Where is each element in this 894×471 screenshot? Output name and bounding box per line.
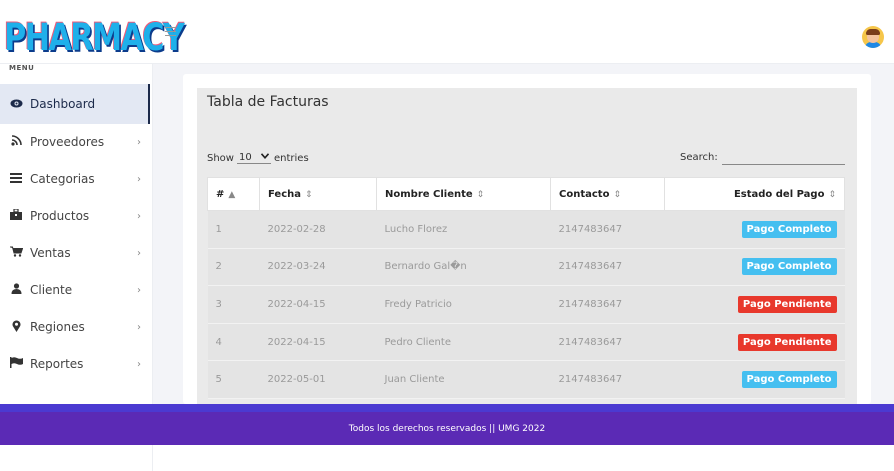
avatar-hair: [866, 29, 880, 35]
sort-icon: ⇕: [613, 189, 621, 200]
cell-contacto: 2147483647: [550, 248, 665, 287]
sidebar-item-label: Reportes: [30, 357, 84, 371]
user-icon: [9, 283, 23, 297]
cell-fecha: 2022-04-15: [259, 323, 377, 362]
cell-cliente: Juan Cliente: [376, 360, 551, 399]
footer: Todos los derechos reservados || UMG 202…: [0, 404, 894, 445]
table-row[interactable]: 1 2022-02-28 Lucho Florez 2147483647 Pag…: [207, 210, 845, 249]
rss-icon: [9, 135, 23, 149]
cell-fecha: 2022-04-15: [259, 285, 377, 324]
sidebar-item-dashboard[interactable]: Dashboard: [0, 84, 150, 124]
column-header-number[interactable]: # ▲: [207, 177, 260, 211]
cell-cliente: Bernardo Gal�n: [376, 248, 551, 287]
status-badge: Pago Pendiente: [737, 333, 837, 351]
status-badge: Pago Completo: [741, 258, 837, 276]
cell-cliente: Pedro Cliente: [376, 323, 551, 362]
chevron-right-icon: ›: [137, 321, 141, 333]
sidebar-item-productos[interactable]: Productos ›: [0, 196, 150, 236]
briefcase-icon: [9, 208, 23, 223]
cell-number: 2: [207, 248, 260, 287]
sidebar-item-label: Productos: [30, 209, 90, 223]
sidebar-item-ventas[interactable]: Ventas ›: [0, 233, 150, 273]
cell-number: 3: [207, 285, 260, 324]
cell-estado: Pago Pendiente: [664, 323, 845, 362]
sidebar-item-label: Cliente: [30, 283, 73, 297]
entries-select-value: 10: [238, 152, 252, 163]
sidebar-item-label: Categorias: [30, 172, 95, 186]
show-entries-control: Show 10 entries: [207, 152, 309, 164]
column-header-estado-pago[interactable]: Estado del Pago ⇕: [664, 177, 845, 211]
chevron-right-icon: ›: [137, 210, 141, 222]
cell-estado: Pago Completo: [664, 248, 845, 287]
sidebar-item-proveedores[interactable]: Proveedores ›: [0, 122, 150, 162]
cell-fecha: 2022-02-28: [259, 210, 377, 249]
cell-number: 5: [207, 360, 260, 399]
top-bar: PHARMACY: [0, 0, 894, 64]
entries-label: entries: [273, 152, 309, 164]
cell-contacto: 2147483647: [550, 210, 665, 249]
sidebar: MENU Dashboard Proveedores › Categorias …: [0, 64, 153, 404]
sidebar-item-label: Regiones: [30, 320, 85, 334]
entries-select[interactable]: 10: [236, 152, 271, 164]
chevron-right-icon: ›: [137, 247, 141, 259]
list-icon: [9, 172, 23, 186]
sidebar-item-cliente[interactable]: Cliente ›: [0, 270, 150, 310]
sidebar-item-categorias[interactable]: Categorias ›: [0, 159, 150, 199]
sidebar-item-label: Dashboard: [30, 97, 96, 111]
table-row[interactable]: 3 2022-04-15 Fredy Patricio 2147483647 P…: [207, 285, 845, 324]
sort-icon: ⇕: [305, 189, 313, 200]
cell-contacto: 2147483647: [550, 285, 665, 324]
cell-estado: Pago Pendiente: [664, 285, 845, 324]
flag-icon: [9, 357, 23, 371]
footer-top-strip: [0, 404, 894, 412]
search-label: Search:: [680, 152, 718, 163]
sort-icon: ⇕: [476, 189, 485, 200]
table-header-row: # ▲ Fecha ⇕ Nombre Cliente ⇕ Contacto ⇕ Esta…: [207, 177, 845, 211]
chevron-right-icon: ›: [137, 358, 141, 370]
column-header-contacto[interactable]: Contacto ⇕: [550, 177, 665, 211]
table-row[interactable]: 5 2022-05-01 Juan Cliente 2147483647 Pag…: [207, 360, 845, 399]
eye-icon: [9, 98, 23, 111]
pharmacy-logo[interactable]: PHARMACY: [4, 18, 185, 58]
cell-number: 4: [207, 323, 260, 362]
divider: [152, 445, 153, 471]
chevron-right-icon: ›: [137, 173, 141, 185]
sidebar-item-label: Proveedores: [30, 135, 105, 149]
cell-fecha: 2022-03-24: [259, 248, 377, 287]
chevron-right-icon: ›: [137, 284, 141, 296]
cell-estado: Pago Completo: [664, 360, 845, 399]
cell-fecha: 2022-05-01: [259, 360, 377, 399]
column-header-fecha[interactable]: Fecha ⇕: [259, 177, 377, 211]
status-badge: Pago Completo: [741, 220, 837, 238]
show-label: Show: [207, 152, 234, 164]
chevron-right-icon: ›: [137, 136, 141, 148]
cell-cliente: Lucho Florez: [376, 210, 551, 249]
menu-title: MENU: [9, 64, 35, 72]
chevron-down-icon: [260, 152, 270, 161]
cell-contacto: 2147483647: [550, 360, 665, 399]
menu-toggle-icon[interactable]: [165, 27, 176, 36]
cell-contacto: 2147483647: [550, 323, 665, 362]
page-title: Tabla de Facturas: [207, 94, 329, 110]
status-badge: Pago Completo: [741, 371, 837, 389]
cell-estado: Pago Completo: [664, 210, 845, 249]
column-header-nombre-cliente[interactable]: Nombre Cliente ⇕: [376, 177, 551, 211]
footer-copyright: Todos los derechos reservados || UMG 202…: [348, 424, 546, 434]
cart-icon: [9, 246, 23, 260]
invoices-table: # ▲ Fecha ⇕ Nombre Cliente ⇕ Contacto ⇕ Esta…: [207, 177, 845, 399]
table-row[interactable]: 2 2022-03-24 Bernardo Gal�n 2147483647 P…: [207, 248, 845, 287]
sort-asc-icon: ▲: [228, 189, 236, 200]
cell-cliente: Fredy Patricio: [376, 285, 551, 324]
sidebar-item-regiones[interactable]: Regiones ›: [0, 307, 150, 347]
status-badge: Pago Pendiente: [737, 295, 837, 313]
map-marker-icon: [9, 319, 23, 335]
sidebar-item-reportes[interactable]: Reportes ›: [0, 344, 150, 384]
sort-icon: ⇕: [828, 189, 836, 200]
user-avatar[interactable]: [862, 26, 884, 48]
table-row[interactable]: 4 2022-04-15 Pedro Cliente 2147483647 Pa…: [207, 323, 845, 362]
search-input[interactable]: [722, 149, 845, 165]
page-bottom: [0, 445, 894, 471]
sidebar-item-label: Ventas: [30, 246, 71, 260]
cell-number: 1: [207, 210, 260, 249]
